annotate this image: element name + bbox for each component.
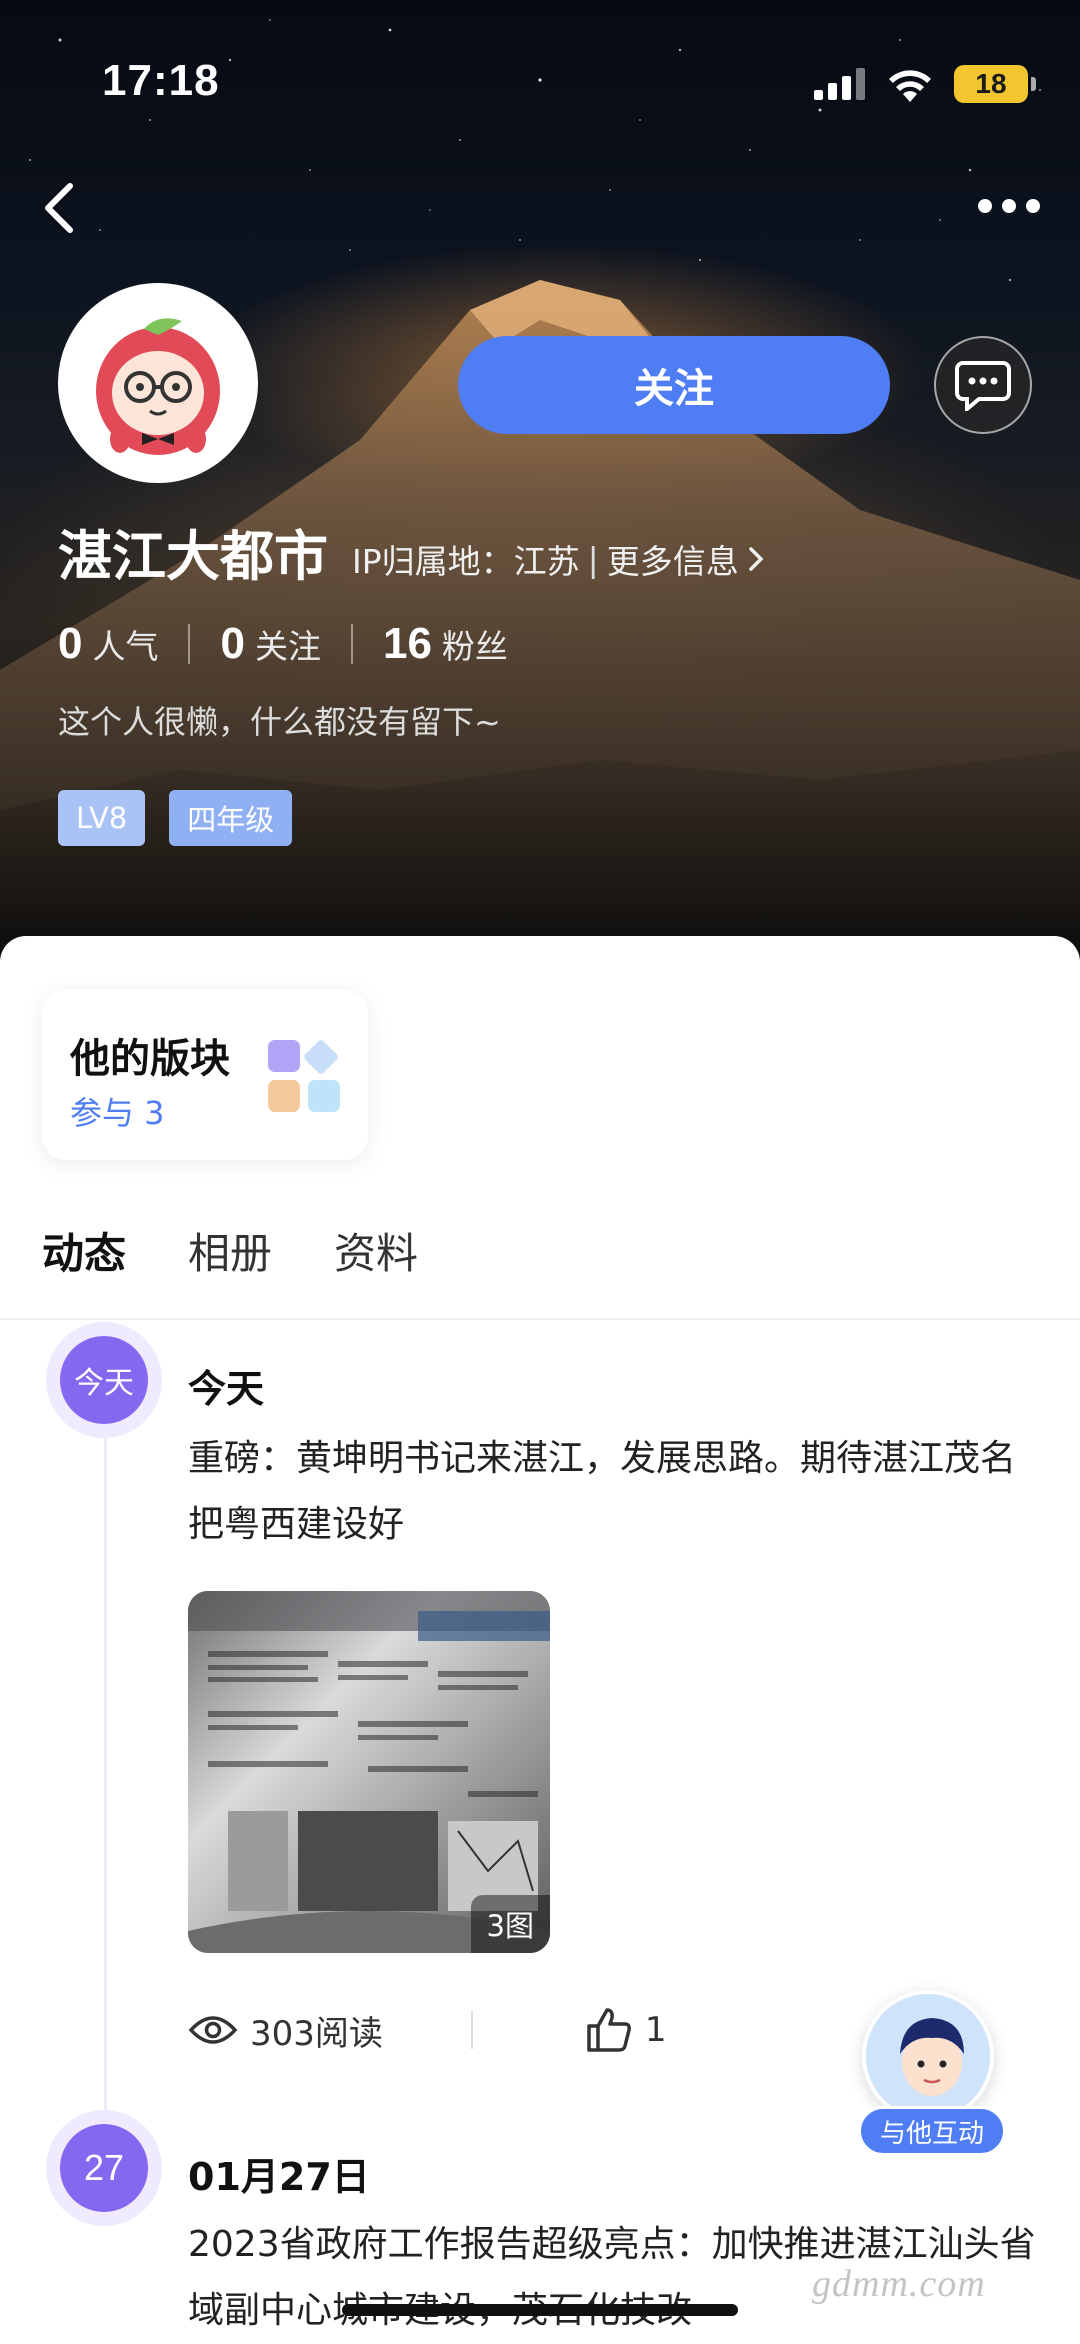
home-indicator[interactable] [342, 2304, 738, 2316]
board-card[interactable]: 他的版块 参与 3 [42, 990, 368, 1160]
boards-grid-icon [268, 1040, 340, 1112]
timeline-line [104, 1400, 107, 2120]
image-count-badge: 3图 [470, 1895, 550, 1953]
level-badge: LV8 [58, 790, 146, 846]
badge-list: LV8 四年级 [58, 790, 293, 846]
stat-fans[interactable]: 16 粉丝 [383, 619, 508, 669]
status-icons: 18 [814, 62, 1036, 106]
status-time: 17:18 [102, 56, 220, 105]
post-date: 01月27日 [188, 2155, 370, 2199]
read-count-label: 303阅读 [250, 2013, 383, 2054]
post-image[interactable]: 3图 [188, 1591, 550, 1953]
action-divider [470, 2011, 473, 2049]
tabs-divider [0, 1318, 1080, 1320]
like-count: 1 [644, 2010, 667, 2050]
battery-level: 18 [975, 68, 1007, 99]
stat-value: 0 [58, 619, 83, 668]
profile-stats: 0 人气 0 关注 16 粉丝 [58, 616, 508, 672]
stat-label: 粉丝 [441, 627, 508, 666]
grade-badge: 四年级 [169, 790, 293, 846]
stat-following[interactable]: 0 关注 [220, 619, 320, 669]
stat-popularity[interactable]: 0 人气 [58, 619, 158, 669]
ip-separator: | [587, 539, 599, 579]
timeline-dot-label: 今天 [60, 1336, 148, 1424]
ip-location-label: IP归属地：江苏 [352, 542, 580, 581]
signal-icon [814, 68, 865, 100]
lychee-mascot-icon [96, 318, 220, 455]
thumbs-up-icon [587, 2008, 631, 2052]
username: 湛江大都市 [58, 525, 328, 588]
post-date: 今天 [188, 1367, 265, 1411]
timeline-dot: 今天 [46, 1322, 162, 1438]
tab-album[interactable]: 相册 [188, 1220, 272, 1281]
tab-activity[interactable]: 动态 [42, 1220, 129, 1285]
avatar[interactable] [58, 283, 258, 483]
like-button[interactable]: 1 [585, 2006, 667, 2054]
chevron-right-icon [749, 547, 764, 571]
wifi-icon [889, 70, 931, 102]
stat-divider [350, 624, 353, 664]
eye-icon [188, 2016, 238, 2044]
stat-value: 0 [220, 619, 245, 668]
post-text[interactable]: 重磅：黄坤明书记来湛江，发展思路。期待湛江茂名把粤西建设好 [188, 1426, 1040, 1558]
ip-location[interactable]: IP归属地：江苏 | 更多信息 [352, 535, 765, 583]
site-watermark: gdmm.com [812, 2263, 986, 2305]
tab-profile-info[interactable]: 资料 [334, 1220, 418, 1281]
more-options-icon[interactable] [972, 186, 1046, 226]
timeline-dot-label: 27 [60, 2124, 148, 2212]
interact-avatar[interactable] [862, 1990, 994, 2122]
battery-icon: 18 [954, 65, 1036, 103]
timeline-dot: 27 [46, 2110, 162, 2226]
chat-bubble-icon [955, 361, 1011, 411]
post-actions: 303阅读 1 [188, 2000, 667, 2060]
interact-button[interactable]: 与他互动 [858, 2106, 1006, 2156]
stat-label: 人气 [92, 627, 159, 666]
board-card-title: 他的版块 [70, 1036, 230, 1082]
board-card-count: 参与 3 [70, 1094, 165, 1132]
profile-bio: 这个人很懒，什么都没有留下~ [58, 703, 501, 741]
read-count: 303阅读 [188, 2006, 383, 2055]
stat-value: 16 [382, 619, 432, 668]
follow-button[interactable]: 关注 [458, 336, 890, 434]
more-info-link[interactable]: 更多信息 [607, 535, 739, 583]
message-button[interactable] [934, 336, 1032, 434]
stat-divider [188, 624, 191, 664]
stat-label: 关注 [254, 627, 321, 666]
back-arrow-icon[interactable] [34, 178, 86, 238]
profile-tabs: 动态 相册 资料 [42, 1220, 418, 1285]
